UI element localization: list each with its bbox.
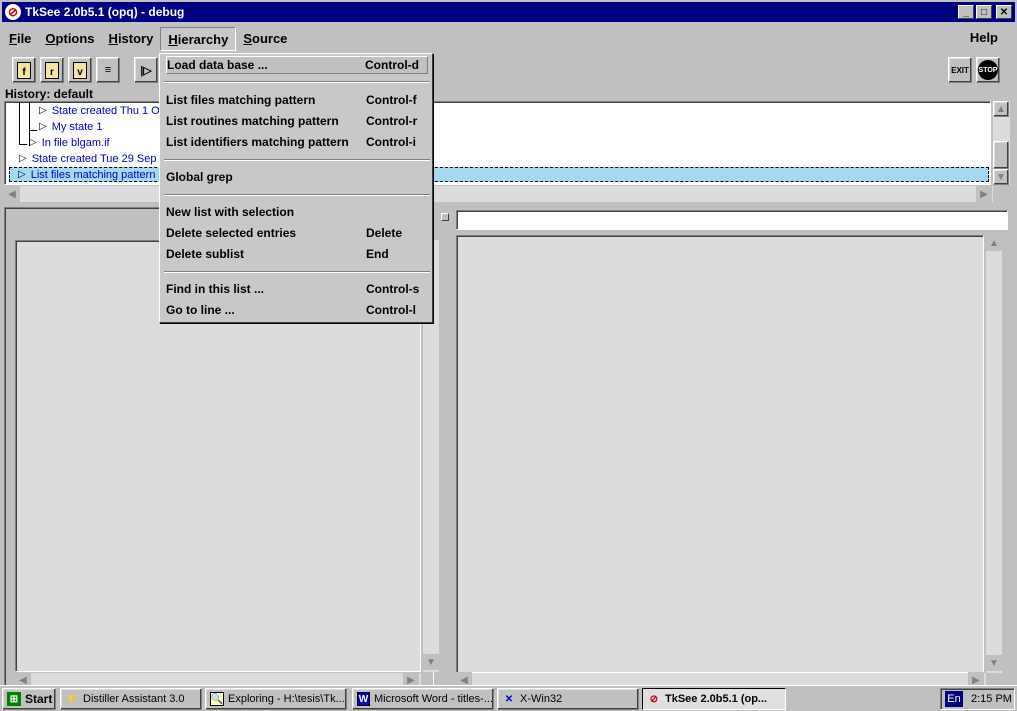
scroll-left-arrow-icon[interactable]: ◀ xyxy=(4,186,20,202)
menu-item-find-in-list[interactable]: Find in this list ... Control-s xyxy=(166,280,428,298)
file-doc-icon: f xyxy=(17,61,31,79)
scroll-thumb[interactable] xyxy=(993,141,1009,169)
xwin-icon: ✕ xyxy=(504,693,514,705)
scroll-down-arrow-icon[interactable]: ▼ xyxy=(993,169,1009,185)
right-source-pane: ▲ ▼ ◀ ▶ xyxy=(450,207,1012,688)
sash-handle[interactable] xyxy=(441,213,449,221)
menu-item-global-grep[interactable]: Global grep xyxy=(166,168,428,186)
menu-separator xyxy=(164,194,430,196)
task-word[interactable]: W Microsoft Word - titles-... xyxy=(352,688,494,710)
tksee-app-icon[interactable]: ⊘ xyxy=(5,4,21,20)
history-node[interactable]: ▷ In file blgam.if xyxy=(29,135,110,150)
variable-doc-icon: v xyxy=(73,61,87,79)
toolbar: f r v ≡ |▷ EXIT STOP xyxy=(2,54,1015,86)
expand-triangle-icon[interactable]: ▷ xyxy=(39,105,47,116)
pane-sash[interactable] xyxy=(440,207,449,687)
task-exploring[interactable]: 🔍 Exploring - H:\tesis\Tk... xyxy=(205,688,347,710)
menu-item-list-routines[interactable]: List routines matching pattern Control-r xyxy=(166,112,428,130)
windows-logo-icon: ⊞ xyxy=(7,692,21,706)
history-label: History: default xyxy=(5,87,94,101)
clock[interactable]: 2:15 PM xyxy=(971,693,1012,705)
menu-source[interactable]: Source xyxy=(236,27,294,51)
exit-icon: EXIT xyxy=(951,65,969,75)
taskbar: ⊞ Start ⚡ Distiller Assistant 3.0 🔍 Explori… xyxy=(0,685,1017,711)
close-button[interactable]: ✕ xyxy=(996,5,1012,19)
tree-connector xyxy=(19,144,27,145)
expand-triangle-icon[interactable]: ▷ xyxy=(19,153,27,164)
history-node[interactable]: ▷ My state 1 xyxy=(39,119,102,134)
menu-file[interactable]: File xyxy=(2,27,38,51)
menu-item-delete-selected[interactable]: Delete selected entries Delete xyxy=(166,224,428,242)
explorer-icon: 🔍 xyxy=(210,692,224,706)
history-node-selected[interactable]: ▷ List files matching pattern xyxy=(9,167,989,182)
menu-hierarchy[interactable]: Hierarchy xyxy=(160,27,237,51)
history-node[interactable]: ▷ State created Tue 29 Sep 1 xyxy=(19,151,166,166)
title-bar[interactable]: ⊘ TkSee 2.0b5.1 (opq) - debug _ □ ✕ xyxy=(2,2,1015,22)
expand-triangle-icon[interactable]: ▷ xyxy=(39,121,47,132)
right-vertical-scrollbar[interactable]: ▲ ▼ xyxy=(986,235,1002,673)
hierarchy-dropdown-menu: Load data base ... Control-d List files m… xyxy=(159,53,433,323)
scroll-down-arrow-icon[interactable]: ▼ xyxy=(423,654,439,670)
menu-separator xyxy=(164,159,430,161)
routine-doc-icon: r xyxy=(45,61,59,79)
stop-icon: STOP xyxy=(978,60,998,80)
maximize-button[interactable]: □ xyxy=(976,5,992,19)
window-title: TkSee 2.0b5.1 (opq) - debug xyxy=(25,5,185,19)
stop-button[interactable]: STOP xyxy=(976,57,1000,83)
tksee-icon: ⊘ xyxy=(649,693,659,705)
source-path-field[interactable] xyxy=(456,210,1008,230)
menu-item-new-list[interactable]: New list with selection xyxy=(166,203,428,221)
expand-triangle-icon[interactable]: ▷ xyxy=(29,137,37,148)
menu-item-load-database[interactable]: Load data base ... Control-d xyxy=(166,56,428,74)
scroll-right-arrow-icon[interactable]: ▶ xyxy=(976,186,992,202)
source-text-area[interactable] xyxy=(456,235,984,673)
tree-connector xyxy=(19,102,20,144)
menu-history[interactable]: History xyxy=(102,27,161,51)
scroll-up-arrow-icon[interactable]: ▲ xyxy=(986,235,1002,251)
filter-lines-icon: ≡ xyxy=(104,64,112,76)
tree-connector xyxy=(29,102,30,116)
history-tree[interactable]: ▷ State created Thu 1 Oc ▷ My state 1 ▷ In … xyxy=(4,101,991,185)
menu-options[interactable]: Options xyxy=(38,27,101,51)
play-icon: |▷ xyxy=(140,64,152,77)
task-tksee[interactable]: ⊘ TkSee 2.0b5.1 (op... xyxy=(642,688,786,710)
play-tool-button[interactable]: |▷ xyxy=(134,57,158,83)
system-tray: En 2:15 PM xyxy=(940,688,1015,710)
menu-item-go-to-line[interactable]: Go to line ... Control-l xyxy=(166,301,428,319)
history-vertical-scrollbar[interactable]: ▲ ▼ xyxy=(993,101,1010,185)
history-horizontal-scrollbar[interactable]: ◀ ▶ xyxy=(4,186,993,202)
task-xwin32[interactable]: ✕ X-Win32 xyxy=(497,688,639,710)
word-icon: W xyxy=(357,692,371,706)
tree-connector xyxy=(29,130,37,131)
scroll-down-arrow-icon[interactable]: ▼ xyxy=(986,655,1002,671)
file-tool-button[interactable]: f xyxy=(12,57,36,83)
expand-triangle-icon[interactable]: ▷ xyxy=(18,169,26,180)
minimize-button[interactable]: _ xyxy=(958,5,974,19)
menu-item-list-identifiers[interactable]: List identifiers matching pattern Control… xyxy=(166,133,428,151)
language-indicator[interactable]: En xyxy=(945,691,963,707)
acrobat-icon: ⚡ xyxy=(65,693,79,705)
scroll-up-arrow-icon[interactable]: ▲ xyxy=(993,101,1009,117)
exit-button[interactable]: EXIT xyxy=(948,57,972,83)
history-node[interactable]: ▷ State created Thu 1 Oc xyxy=(39,103,165,118)
start-button[interactable]: ⊞ Start xyxy=(2,688,56,710)
task-distiller[interactable]: ⚡ Distiller Assistant 3.0 xyxy=(60,688,202,710)
menu-separator xyxy=(164,271,430,273)
variable-tool-button[interactable]: v xyxy=(68,57,92,83)
menu-separator xyxy=(164,81,430,83)
menu-bar: File Options History Hierarchy Source He… xyxy=(2,26,1015,52)
filter-tool-button[interactable]: ≡ xyxy=(96,57,120,83)
menu-item-list-files[interactable]: List files matching pattern Control-f xyxy=(166,91,428,109)
routine-tool-button[interactable]: r xyxy=(40,57,64,83)
menu-help[interactable]: Help xyxy=(963,26,1005,50)
menu-item-delete-sublist[interactable]: Delete sublist End xyxy=(166,245,428,263)
